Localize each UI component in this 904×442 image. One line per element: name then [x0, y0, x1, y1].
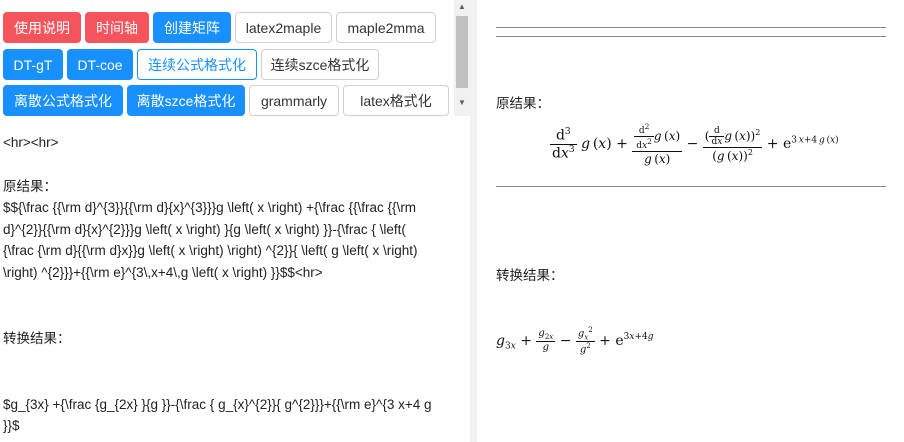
- continuous-szce-format-button[interactable]: 连续szce格式化: [261, 49, 379, 80]
- original-formula: d3 dx3 g (x) + d2 dx2 g (x) g (x) − (d dx g (x…: [550, 122, 839, 166]
- toolbar: 使用说明 时间轴 创建矩阵 latex2maple maple2mma DT-g…: [0, 0, 454, 116]
- original-result-label: 原结果：: [496, 96, 550, 111]
- dt-coe-button[interactable]: DT-coe: [67, 49, 133, 80]
- editor-line: <hr><hr>: [3, 135, 59, 150]
- horizontal-rule: [496, 186, 886, 187]
- continuous-format-button[interactable]: 连续公式格式化: [137, 49, 257, 80]
- editor-line: d}^{2}}{{\rm d}{x}^{2}}}g \left( x \righ…: [3, 222, 406, 237]
- panel-divider[interactable]: [470, 0, 477, 442]
- maple2mma-button[interactable]: maple2mma: [336, 12, 436, 43]
- scroll-down-icon[interactable]: ▼: [454, 96, 470, 110]
- timeline-button[interactable]: 时间轴: [85, 12, 149, 43]
- create-matrix-button[interactable]: 创建矩阵: [153, 12, 231, 43]
- editor-line: $g_{3x} +{\frac {g_{2x} }{g }}-{\frac { …: [3, 397, 432, 412]
- grammarly-button[interactable]: grammarly: [249, 85, 339, 116]
- dt-gt-button[interactable]: DT-gT: [3, 49, 63, 80]
- latex2maple-button[interactable]: latex2maple: [235, 12, 332, 43]
- latex-format-button[interactable]: latex格式化: [343, 85, 449, 116]
- help-button[interactable]: 使用说明: [3, 12, 81, 43]
- horizontal-rule: [496, 27, 886, 28]
- editor-line: \right) ^{2}}}+{{\rm e}^{3\,x+4\,g \left…: [3, 265, 323, 280]
- horizontal-rule: [496, 36, 886, 37]
- editor-line: 转换结果：: [3, 331, 71, 346]
- source-editor[interactable]: <hr><hr> 原结果： $${\frac {{\rm d}^{3}}{{\r…: [0, 120, 470, 442]
- discrete-format-button[interactable]: 离散公式格式化: [3, 85, 123, 116]
- scrollbar-thumb[interactable]: [456, 16, 468, 88]
- editor-line: {\frac {\rm d}{{\rm d}x}}g \left( x \rig…: [3, 243, 418, 258]
- converted-result-label: 转换结果：: [496, 268, 564, 283]
- editor-line: $${\frac {{\rm d}^{3}}{{\rm d}{x}^{3}}}g…: [3, 200, 417, 215]
- preview-panel: 原结果： d3 dx3 g (x) + d2 dx2 g (x) g (x) − (d d…: [477, 0, 904, 442]
- editor-panel: 使用说明 时间轴 创建矩阵 latex2maple maple2mma DT-g…: [0, 0, 470, 442]
- toolbar-scrollbar[interactable]: ▲ ▼: [454, 0, 470, 116]
- discrete-szce-format-button[interactable]: 离散szce格式化: [127, 85, 245, 116]
- editor-line: }}$: [3, 418, 20, 433]
- converted-formula: g3x + g2x g − gx2 g2 + e3x+4g: [496, 326, 654, 356]
- scroll-up-icon[interactable]: ▲: [454, 0, 470, 14]
- editor-line: 原结果：: [3, 179, 57, 194]
